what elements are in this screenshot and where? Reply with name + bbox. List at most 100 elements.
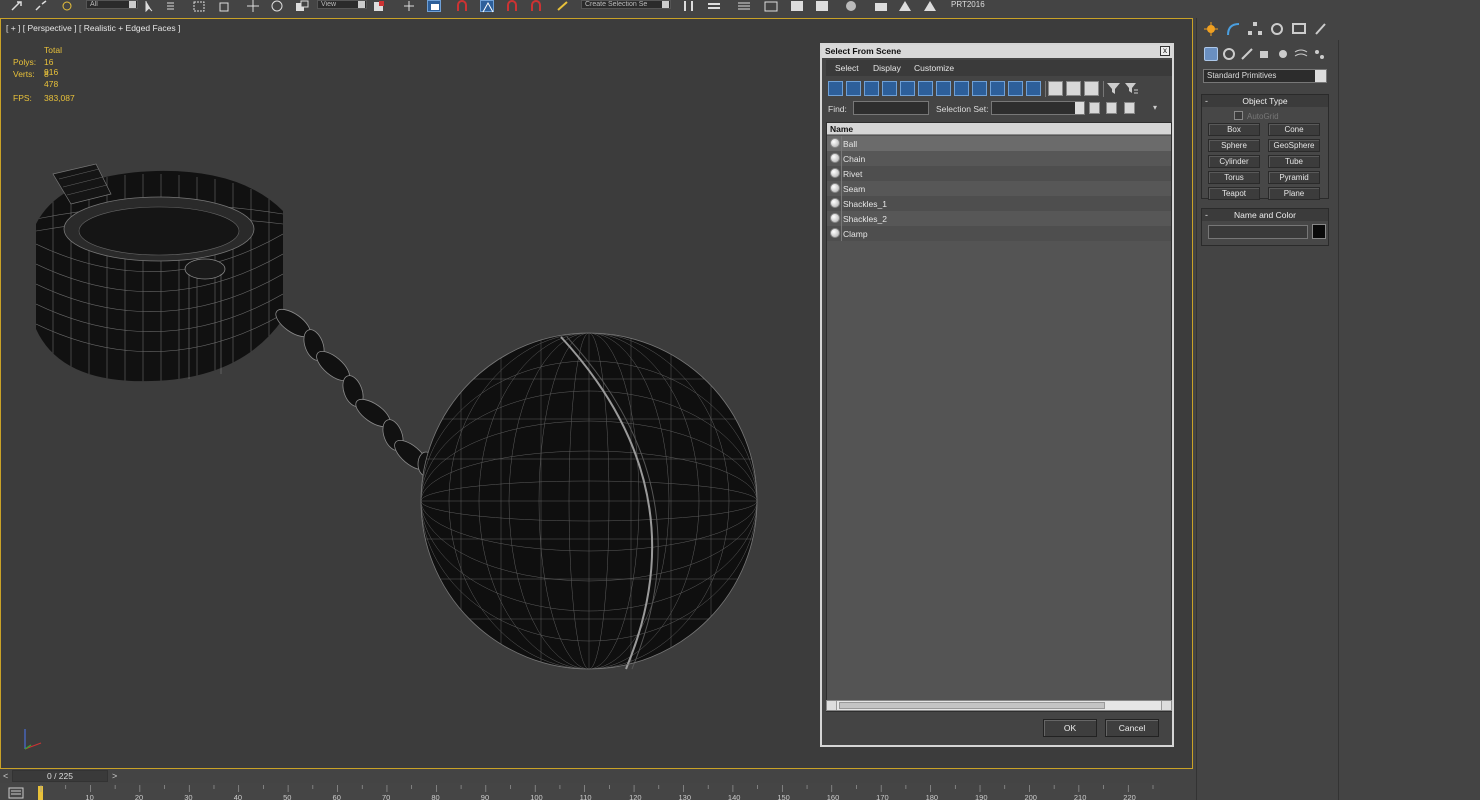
find-input[interactable]: [853, 101, 929, 115]
display-hidden-icon[interactable]: [1026, 81, 1041, 96]
close-icon[interactable]: x: [1160, 46, 1170, 56]
render-setup-icon[interactable]: [874, 0, 888, 12]
display-lights-icon[interactable]: [864, 81, 879, 96]
list-item[interactable]: Seam: [827, 181, 1171, 196]
rect-selection-icon[interactable]: [192, 0, 206, 12]
dialog-title[interactable]: Select From Scene: [822, 45, 1172, 58]
rotate-icon[interactable]: [270, 0, 284, 12]
display-invert-icon[interactable]: [1084, 81, 1099, 96]
display-bones-icon[interactable]: [972, 81, 987, 96]
angle-snap-icon[interactable]: [480, 0, 494, 13]
list-item[interactable]: Clamp: [827, 226, 1171, 241]
reference-coordinate-dropdown[interactable]: View: [317, 0, 367, 9]
display-spacewarps-icon[interactable]: [918, 81, 933, 96]
plane-button[interactable]: Plane: [1268, 187, 1320, 200]
utilities-tab-icon[interactable]: [1313, 21, 1329, 37]
display-all-icon[interactable]: [1048, 81, 1063, 96]
display-xrefs-icon[interactable]: [954, 81, 969, 96]
object-name-field[interactable]: [1208, 225, 1308, 239]
menu-display[interactable]: Display: [873, 63, 901, 73]
tube-button[interactable]: Tube: [1268, 155, 1320, 168]
unlink-icon[interactable]: [34, 0, 48, 12]
display-containers-icon[interactable]: [990, 81, 1005, 96]
list-item[interactable]: Ball: [827, 136, 1171, 151]
selection-filter-dropdown[interactable]: All: [86, 0, 138, 9]
pivot-icon[interactable]: [372, 0, 386, 12]
render-production-icon[interactable]: [923, 0, 937, 12]
display-geometry-icon[interactable]: [828, 81, 843, 96]
display-tab-icon[interactable]: [1291, 21, 1307, 37]
filter-options-icon[interactable]: [1124, 81, 1139, 96]
menu-customize[interactable]: Customize: [914, 63, 954, 73]
select-by-name-icon[interactable]: [166, 0, 180, 12]
name-column-header[interactable]: Name: [827, 123, 1171, 135]
display-none-icon[interactable]: [1066, 81, 1081, 96]
hierarchy-tab-icon[interactable]: [1247, 21, 1263, 37]
display-shapes-icon[interactable]: [846, 81, 861, 96]
geometry-category-icon[interactable]: [1204, 47, 1218, 61]
create-selection-set-icon[interactable]: [1089, 102, 1100, 114]
time-slider[interactable]: < 0 / 225 >: [0, 769, 120, 783]
frame-counter[interactable]: 0 / 225: [12, 770, 108, 782]
cameras-category-icon[interactable]: [1258, 47, 1272, 61]
named-selection-sets-dropdown[interactable]: Create Selection Se: [581, 0, 671, 9]
remove-from-selection-set-icon[interactable]: [1124, 102, 1135, 114]
chevron-down-icon[interactable]: ▾: [1153, 103, 1157, 112]
scroll-right-icon[interactable]: [1161, 701, 1171, 710]
list-item[interactable]: Shackles_2: [827, 211, 1171, 226]
menu-select[interactable]: Select: [835, 63, 859, 73]
prt-plugin-label[interactable]: PRT2016: [951, 0, 985, 9]
scene-object-list[interactable]: Name Ball Chain Rivet Seam Shackles_1 Sh…: [826, 122, 1172, 712]
geosphere-button[interactable]: GeoSphere: [1268, 139, 1320, 152]
percent-snap-icon[interactable]: [506, 0, 520, 12]
list-item[interactable]: Shackles_1: [827, 196, 1171, 211]
list-item[interactable]: Rivet: [827, 166, 1171, 181]
window-crossing-icon[interactable]: [217, 0, 231, 12]
torus-button[interactable]: Torus: [1208, 171, 1260, 184]
scale-icon[interactable]: [295, 0, 309, 12]
cylinder-button[interactable]: Cylinder: [1208, 155, 1260, 168]
pyramid-button[interactable]: Pyramid: [1268, 171, 1320, 184]
next-frame-icon[interactable]: >: [112, 771, 117, 781]
ok-button[interactable]: OK: [1043, 719, 1097, 737]
curve-editor-icon[interactable]: [790, 0, 804, 12]
scrollbar-thumb[interactable]: [839, 702, 1105, 709]
display-cameras-icon[interactable]: [882, 81, 897, 96]
motion-tab-icon[interactable]: [1269, 21, 1285, 37]
modify-tab-icon[interactable]: [1225, 21, 1241, 37]
display-groups-icon[interactable]: [936, 81, 951, 96]
mirror-icon[interactable]: [682, 0, 696, 12]
previous-frame-icon[interactable]: <: [3, 771, 8, 781]
toggle-ribbon-icon[interactable]: [764, 0, 778, 12]
link-icon[interactable]: [10, 0, 24, 12]
scroll-left-icon[interactable]: [827, 701, 837, 710]
horizontal-scrollbar[interactable]: [826, 700, 1172, 711]
selection-set-dropdown[interactable]: [991, 101, 1085, 115]
autogrid-checkbox[interactable]: [1234, 111, 1243, 120]
object-category-dropdown[interactable]: Standard Primitives: [1203, 69, 1327, 83]
shapes-category-icon[interactable]: [1222, 47, 1236, 61]
snaps-toggle-icon[interactable]: [456, 0, 470, 12]
list-item[interactable]: Chain: [827, 151, 1171, 166]
schematic-view-icon[interactable]: [815, 0, 829, 12]
keyboard-shortcut-override-icon[interactable]: [427, 0, 441, 12]
rendered-frame-window-icon[interactable]: [898, 0, 912, 12]
display-helpers-icon[interactable]: [900, 81, 915, 96]
helpers-category-icon[interactable]: [1276, 47, 1290, 61]
box-button[interactable]: Box: [1208, 123, 1260, 136]
object-color-swatch[interactable]: [1312, 224, 1326, 239]
material-editor-icon[interactable]: [844, 0, 858, 12]
display-frozen-icon[interactable]: [1008, 81, 1023, 96]
teapot-button[interactable]: Teapot: [1208, 187, 1260, 200]
bind-spacewarp-icon[interactable]: [60, 0, 74, 12]
object-type-header[interactable]: - Object Type: [1202, 95, 1328, 107]
name-and-color-header[interactable]: - Name and Color: [1202, 209, 1328, 221]
align-icon[interactable]: [707, 0, 721, 12]
select-object-icon[interactable]: [143, 0, 157, 12]
spacewarps-category-icon[interactable]: [1294, 47, 1308, 61]
systems-category-icon[interactable]: [1312, 47, 1326, 61]
trackbar[interactable]: 10 20 30 40 50 60 70 80 90 100 110 120 130 140 150 160 1…: [0, 783, 1160, 800]
layer-explorer-icon[interactable]: [737, 0, 751, 12]
edit-named-selections-icon[interactable]: [556, 0, 570, 12]
cone-button[interactable]: Cone: [1268, 123, 1320, 136]
